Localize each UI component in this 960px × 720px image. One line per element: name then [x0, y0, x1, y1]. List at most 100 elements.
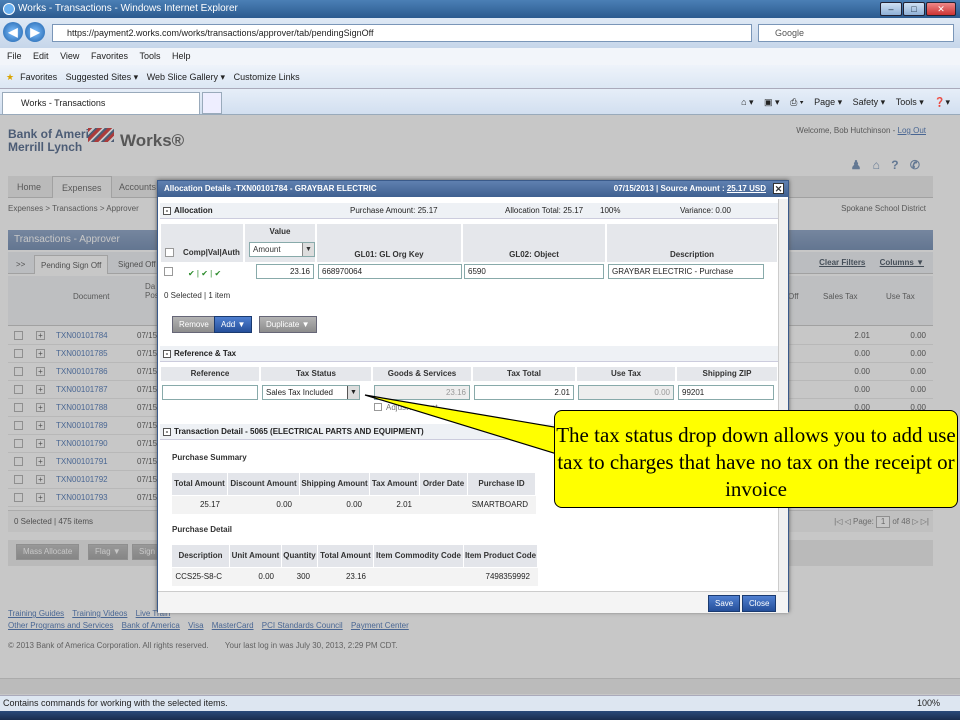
help-icon[interactable]: ❓▾ [934, 97, 950, 107]
tax-status-select[interactable]: Sales Tax Included ▼ [262, 385, 360, 400]
col-use-tax: Use Tax [576, 366, 676, 382]
collapse-icon[interactable]: - [163, 207, 171, 215]
tax-status-value: Sales Tax Included [266, 388, 334, 397]
col-comp-val-auth: Comp|Val|Auth [160, 223, 244, 263]
table-header-cell: Order Date [420, 473, 468, 495]
home-icon[interactable]: ⌂ ▾ [741, 97, 753, 107]
table-header-cell: Shipping Amount [300, 473, 370, 495]
table-cell: 25.17 [172, 496, 228, 514]
row-checkbox[interactable] [164, 267, 173, 276]
table-cell: 0.00 [228, 496, 300, 514]
table-header-cell: Item Product Code [464, 545, 538, 567]
table-header-cell: Purchase ID [468, 473, 536, 495]
menu-help[interactable]: Help [172, 51, 191, 61]
minimize-button[interactable]: – [880, 2, 902, 16]
gl01-input[interactable]: 668970064 [318, 264, 462, 279]
customize-links-link[interactable]: Customize Links [234, 72, 300, 82]
safety-menu[interactable]: Safety ▾ [853, 97, 886, 107]
gl02-input[interactable]: 6590 [464, 264, 604, 279]
duplicate-button[interactable]: Duplicate ▼ [259, 316, 317, 333]
goods-services-input: 23.16 [374, 385, 470, 400]
table-header-cell: Discount Amount [228, 473, 300, 495]
dialog-header: Allocation Details -TXN00101784 - GRAYBA… [158, 181, 788, 197]
save-button[interactable]: Save [708, 595, 741, 612]
amount-input[interactable]: 23.16 [256, 264, 314, 279]
favorites-button[interactable]: Favorites [20, 72, 57, 82]
menu-file[interactable]: File [7, 51, 22, 61]
maximize-button[interactable]: □ [903, 2, 925, 16]
collapse-icon[interactable]: - [163, 350, 171, 358]
col-goods-services: Goods & Services [372, 366, 472, 382]
close-icon[interactable]: ✕ [773, 183, 784, 194]
allocation-section[interactable]: - Allocation Purchase Amount: 25.17 Allo… [160, 203, 778, 219]
callout-annotation: The tax status drop down allows you to a… [554, 410, 958, 508]
menu-view[interactable]: View [60, 51, 79, 61]
dialog-scrollbar[interactable] [778, 199, 788, 591]
chevron-down-icon[interactable]: ▼ [347, 386, 359, 399]
table-cell: 2.01 [370, 496, 420, 514]
reference-tax-section[interactable]: - Reference & Tax [160, 346, 778, 362]
close-button[interactable]: Close [742, 595, 777, 612]
purchase-detail-title: Purchase Detail [172, 525, 233, 534]
web-slice-link[interactable]: Web Slice Gallery ▾ [147, 72, 225, 82]
window-title: Works - Transactions - Windows Internet … [18, 3, 238, 14]
command-bar: ⌂ ▾ ▣ ▾ ⎙ ▾ Page ▾ Safety ▾ Tools ▾ ❓▾ [733, 93, 950, 111]
shipping-zip-input[interactable]: 99201 [678, 385, 774, 400]
comp-val-auth-label: Comp|Val|Auth [183, 248, 240, 257]
menu-bar: File Edit View Favorites Tools Help [0, 48, 960, 65]
variance: Variance: 0.00 [680, 206, 731, 215]
col-tax-status: Tax Status [260, 366, 372, 382]
menu-tools[interactable]: Tools [139, 51, 160, 61]
collapse-icon[interactable]: - [163, 428, 171, 436]
suggested-sites-link[interactable]: Suggested Sites ▾ [66, 72, 139, 82]
search-input[interactable]: Google [758, 24, 954, 42]
row-status-checks: ✔ | ✔ | ✔ [188, 269, 222, 278]
page-menu[interactable]: Page ▾ [814, 97, 842, 107]
table-cell [420, 496, 468, 514]
value-label: Value [269, 227, 291, 236]
col-description: Description [606, 223, 778, 263]
menu-favorites[interactable]: Favorites [91, 51, 128, 61]
transaction-detail-title: Transaction Detail - 5065 (ELECTRICAL PA… [174, 427, 424, 436]
zoom-level[interactable]: 100% [917, 696, 940, 711]
reference-input[interactable] [162, 385, 258, 400]
source-amount[interactable]: 25.17 USD [727, 184, 766, 193]
browser-tab[interactable]: Works - Transactions [2, 92, 200, 114]
allocation-selected: 0 Selected | 1 item [164, 291, 231, 300]
menu-edit[interactable]: Edit [33, 51, 49, 61]
add-button[interactable]: Add ▼ [214, 316, 253, 333]
address-input[interactable]: https://payment2.works.com/works/transac… [52, 24, 752, 42]
back-icon[interactable]: ◀ [3, 22, 23, 42]
close-window-button[interactable]: ✕ [926, 2, 956, 16]
dialog-footer: Save Close [158, 591, 788, 613]
address-bar-row: ◀ ▶ https://payment2.works.com/works/tra… [0, 18, 960, 48]
tax-total-input[interactable]: 2.01 [474, 385, 574, 400]
chevron-down-icon[interactable]: ▼ [302, 243, 314, 256]
purchase-summary-title: Purchase Summary [172, 453, 247, 462]
description-input[interactable]: GRAYBAR ELECTRIC - Purchase [608, 264, 764, 279]
table-cell: 0.00 [230, 568, 282, 586]
browser-tab-bar: Works - Transactions ⌂ ▾ ▣ ▾ ⎙ ▾ Page ▾ … [0, 89, 960, 115]
table-header-cell: Total Amount [318, 545, 374, 567]
star-icon: ★ [6, 72, 15, 82]
window-titlebar: Works - Transactions - Windows Internet … [0, 0, 960, 18]
forward-icon[interactable]: ▶ [25, 22, 45, 42]
adjust-amount-checkbox[interactable] [374, 403, 382, 411]
allocation-title: Allocation [174, 206, 213, 215]
remove-button[interactable]: Remove [172, 316, 216, 333]
table-header-cell: Item Commodity Code [374, 545, 464, 567]
table-cell: 23.16 [318, 568, 374, 586]
select-all-checkbox[interactable] [165, 248, 174, 257]
col-value: Value Amount ▼ [244, 223, 316, 263]
feeds-icon[interactable]: ▣ ▾ [764, 97, 780, 107]
value-type-text: Amount [253, 245, 281, 254]
print-icon[interactable]: ⎙ ▾ [790, 97, 803, 107]
value-type-select[interactable]: Amount ▼ [249, 242, 315, 257]
adjust-amount-label: Adjust Amount [386, 403, 438, 412]
col-shipping-zip: Shipping ZIP [676, 366, 778, 382]
col-gl02: GL02: Object [462, 223, 606, 263]
new-tab-button[interactable] [202, 92, 222, 114]
table-cell: CCS25-S8-C EA [172, 568, 230, 599]
tools-menu[interactable]: Tools ▾ [896, 97, 924, 107]
allocation-total: Allocation Total: 25.17 [505, 206, 584, 215]
